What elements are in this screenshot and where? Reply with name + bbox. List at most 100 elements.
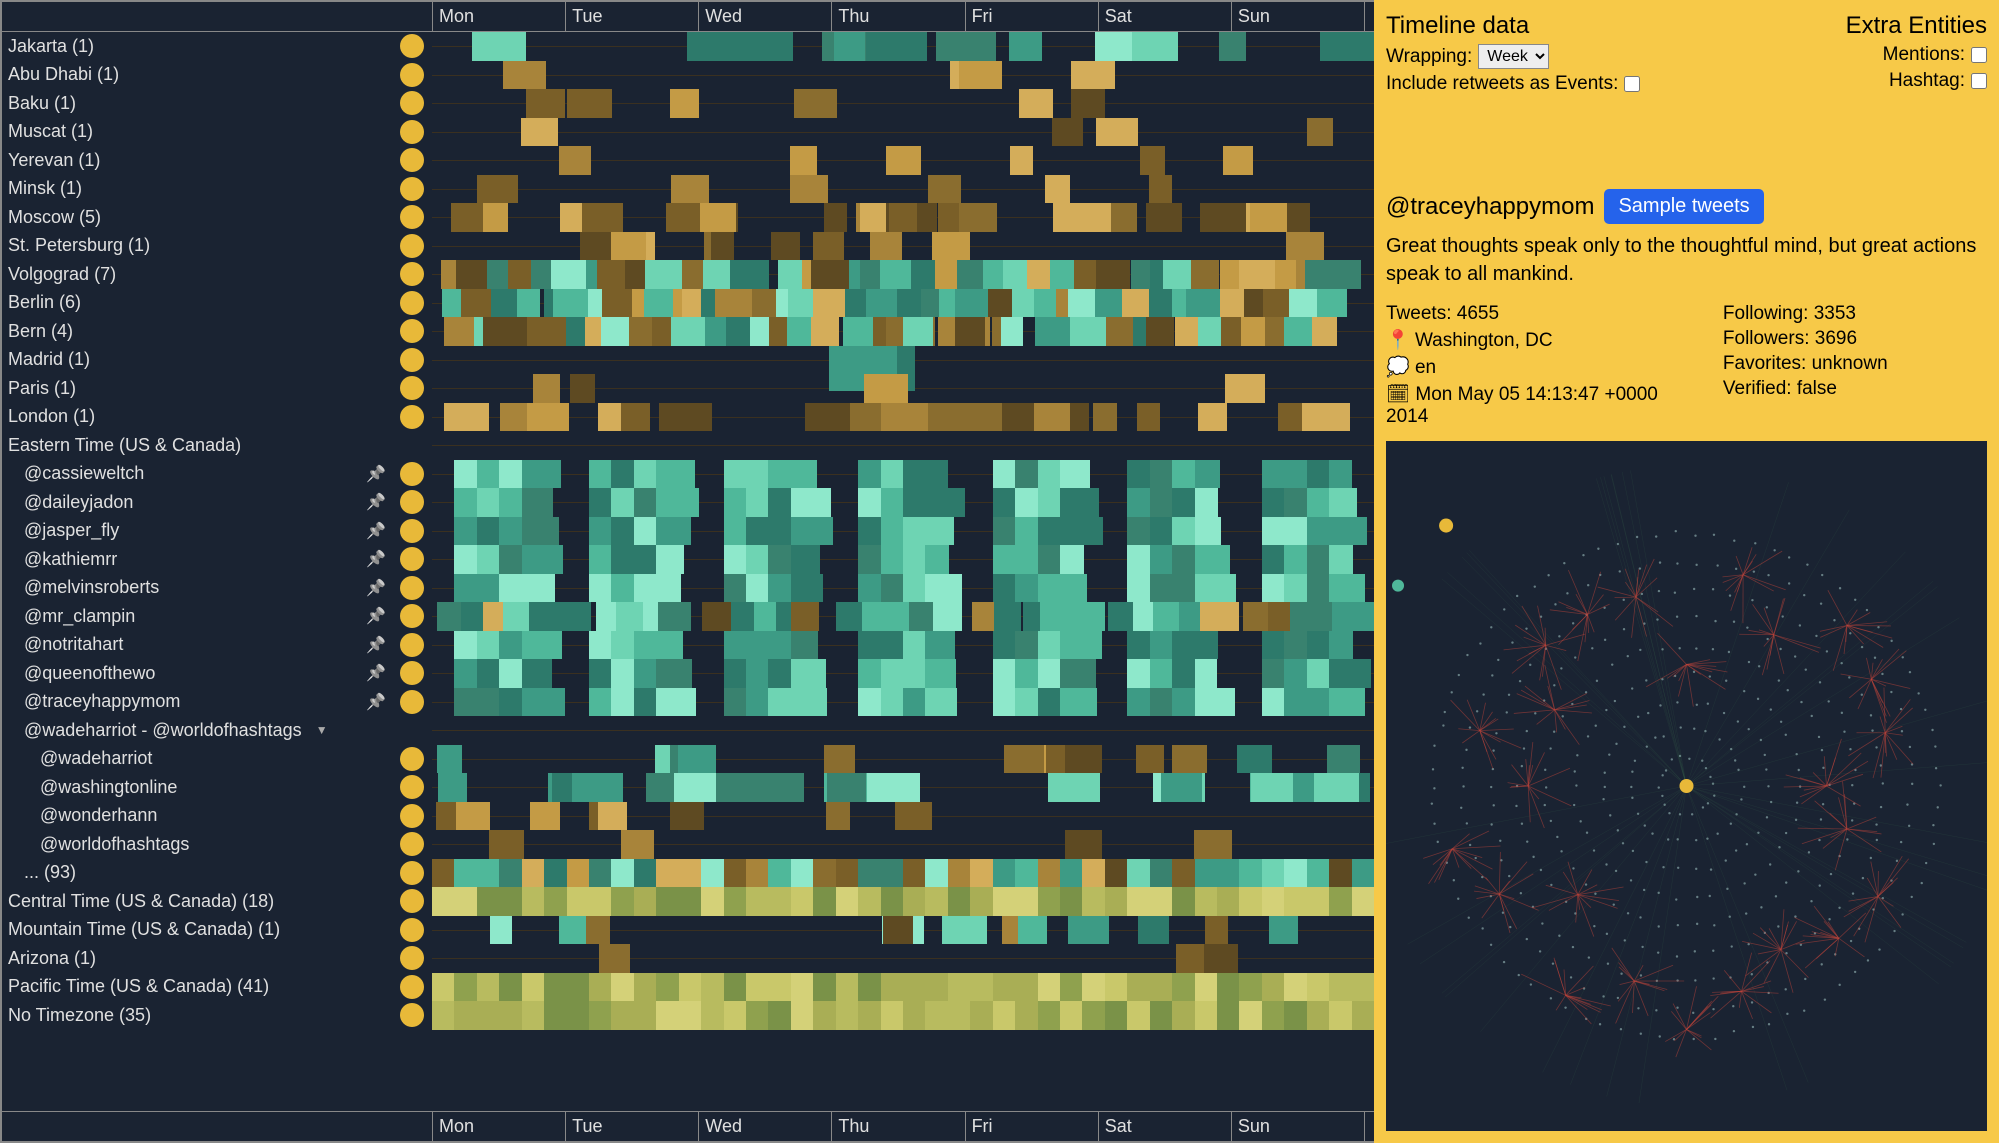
row-heatmap[interactable] bbox=[432, 146, 1374, 175]
row-label[interactable]: Baku (1) bbox=[2, 93, 392, 114]
row-label[interactable]: St. Petersburg (1) bbox=[2, 235, 392, 256]
row-heatmap[interactable] bbox=[432, 317, 1374, 346]
row-heatmap[interactable] bbox=[432, 118, 1374, 147]
row-dot-icon[interactable] bbox=[400, 462, 424, 486]
row-label[interactable]: @mr_clampin📌 bbox=[2, 606, 392, 627]
row-label[interactable]: Volgograd (7) bbox=[2, 264, 392, 285]
row-dot-icon[interactable] bbox=[400, 661, 424, 685]
row-dot-icon[interactable] bbox=[400, 91, 424, 115]
row-heatmap[interactable] bbox=[432, 374, 1374, 403]
row-dot-icon[interactable] bbox=[400, 63, 424, 87]
row-label[interactable]: @daileyjadon📌 bbox=[2, 492, 392, 513]
data-row[interactable]: ... (93) bbox=[2, 859, 1374, 888]
row-dot-icon[interactable] bbox=[400, 804, 424, 828]
row-heatmap[interactable] bbox=[432, 659, 1374, 688]
row-label[interactable]: Moscow (5) bbox=[2, 207, 392, 228]
row-dot-icon[interactable] bbox=[400, 747, 424, 771]
row-heatmap[interactable] bbox=[432, 203, 1374, 232]
row-heatmap[interactable] bbox=[432, 517, 1374, 546]
data-row[interactable]: Arizona (1) bbox=[2, 944, 1374, 973]
network-graph[interactable] bbox=[1386, 441, 1987, 1131]
row-dot-icon[interactable] bbox=[400, 690, 424, 714]
row-dot-icon[interactable] bbox=[400, 120, 424, 144]
data-row[interactable]: Central Time (US & Canada) (18) bbox=[2, 887, 1374, 916]
row-label[interactable]: Muscat (1) bbox=[2, 121, 392, 142]
row-heatmap[interactable] bbox=[432, 488, 1374, 517]
data-row[interactable]: Paris (1) bbox=[2, 374, 1374, 403]
row-dot-icon[interactable] bbox=[400, 262, 424, 286]
data-row[interactable]: @melvinsroberts📌 bbox=[2, 574, 1374, 603]
data-row[interactable]: @jasper_fly📌 bbox=[2, 517, 1374, 546]
row-label[interactable]: @wadeharriot - @worldofhashtags▼ bbox=[2, 720, 392, 741]
row-dot-icon[interactable] bbox=[400, 148, 424, 172]
row-heatmap[interactable] bbox=[432, 574, 1374, 603]
row-label[interactable]: @washingtonline bbox=[2, 777, 392, 798]
row-dot-icon[interactable] bbox=[400, 775, 424, 799]
pin-icon[interactable]: 📌 bbox=[366, 692, 386, 712]
data-row[interactable]: London (1) bbox=[2, 403, 1374, 432]
row-label[interactable]: London (1) bbox=[2, 406, 392, 427]
row-label[interactable]: Minsk (1) bbox=[2, 178, 392, 199]
data-row[interactable]: Moscow (5) bbox=[2, 203, 1374, 232]
row-dot-icon[interactable] bbox=[400, 832, 424, 856]
row-label[interactable]: Jakarta (1) bbox=[2, 36, 392, 57]
row-heatmap[interactable] bbox=[432, 403, 1374, 432]
data-row[interactable]: @wonderhann bbox=[2, 802, 1374, 831]
pin-icon[interactable]: 📌 bbox=[366, 492, 386, 512]
row-label[interactable]: @traceyhappymom📌 bbox=[2, 691, 392, 712]
row-heatmap[interactable] bbox=[432, 32, 1374, 61]
row-dot-icon[interactable] bbox=[400, 1003, 424, 1027]
row-heatmap[interactable] bbox=[432, 431, 1374, 460]
row-label[interactable]: Mountain Time (US & Canada) (1) bbox=[2, 919, 392, 940]
data-row[interactable]: St. Petersburg (1) bbox=[2, 232, 1374, 261]
row-heatmap[interactable] bbox=[432, 175, 1374, 204]
data-row[interactable]: Volgograd (7) bbox=[2, 260, 1374, 289]
data-row[interactable]: @cassieweltch📌 bbox=[2, 460, 1374, 489]
data-row[interactable]: @daileyjadon📌 bbox=[2, 488, 1374, 517]
pin-icon[interactable]: 📌 bbox=[366, 606, 386, 626]
row-heatmap[interactable] bbox=[432, 260, 1374, 289]
data-row[interactable]: Muscat (1) bbox=[2, 118, 1374, 147]
data-row[interactable]: Minsk (1) bbox=[2, 175, 1374, 204]
row-label[interactable]: Eastern Time (US & Canada) bbox=[2, 435, 392, 456]
row-label[interactable]: No Timezone (35) bbox=[2, 1005, 392, 1026]
row-dot-icon[interactable] bbox=[400, 376, 424, 400]
row-heatmap[interactable] bbox=[432, 460, 1374, 489]
row-dot-icon[interactable] bbox=[400, 576, 424, 600]
row-dot-icon[interactable] bbox=[400, 319, 424, 343]
row-dot-icon[interactable] bbox=[400, 34, 424, 58]
row-heatmap[interactable] bbox=[432, 802, 1374, 831]
data-row[interactable]: Eastern Time (US & Canada) bbox=[2, 431, 1374, 460]
chevron-down-icon[interactable]: ▼ bbox=[316, 723, 328, 737]
pin-icon[interactable]: 📌 bbox=[366, 578, 386, 598]
row-label[interactable]: @wadeharriot bbox=[2, 748, 392, 769]
data-row[interactable]: @traceyhappymom📌 bbox=[2, 688, 1374, 717]
row-heatmap[interactable] bbox=[432, 916, 1374, 945]
row-label[interactable]: @cassieweltch📌 bbox=[2, 463, 392, 484]
row-heatmap[interactable] bbox=[432, 830, 1374, 859]
row-label[interactable]: Berlin (6) bbox=[2, 292, 392, 313]
data-row[interactable]: Bern (4) bbox=[2, 317, 1374, 346]
data-row[interactable]: @worldofhashtags bbox=[2, 830, 1374, 859]
row-label[interactable]: Madrid (1) bbox=[2, 349, 392, 370]
row-label[interactable]: Central Time (US & Canada) (18) bbox=[2, 891, 392, 912]
row-label[interactable]: Abu Dhabi (1) bbox=[2, 64, 392, 85]
row-heatmap[interactable] bbox=[432, 944, 1374, 973]
row-label[interactable]: Arizona (1) bbox=[2, 948, 392, 969]
data-row[interactable]: Yerevan (1) bbox=[2, 146, 1374, 175]
row-heatmap[interactable] bbox=[432, 773, 1374, 802]
row-heatmap[interactable] bbox=[432, 346, 1374, 375]
data-row[interactable]: Baku (1) bbox=[2, 89, 1374, 118]
row-heatmap[interactable] bbox=[432, 89, 1374, 118]
row-dot-icon[interactable] bbox=[400, 861, 424, 885]
row-label[interactable]: ... (93) bbox=[2, 862, 392, 883]
row-label[interactable]: @melvinsroberts📌 bbox=[2, 577, 392, 598]
pin-icon[interactable]: 📌 bbox=[366, 663, 386, 683]
row-heatmap[interactable] bbox=[432, 61, 1374, 90]
row-label[interactable]: @worldofhashtags bbox=[2, 834, 392, 855]
row-dot-icon[interactable] bbox=[400, 547, 424, 571]
data-row[interactable]: Abu Dhabi (1) bbox=[2, 61, 1374, 90]
data-row[interactable]: @washingtonline bbox=[2, 773, 1374, 802]
row-heatmap[interactable] bbox=[432, 602, 1374, 631]
row-heatmap[interactable] bbox=[432, 973, 1374, 1002]
